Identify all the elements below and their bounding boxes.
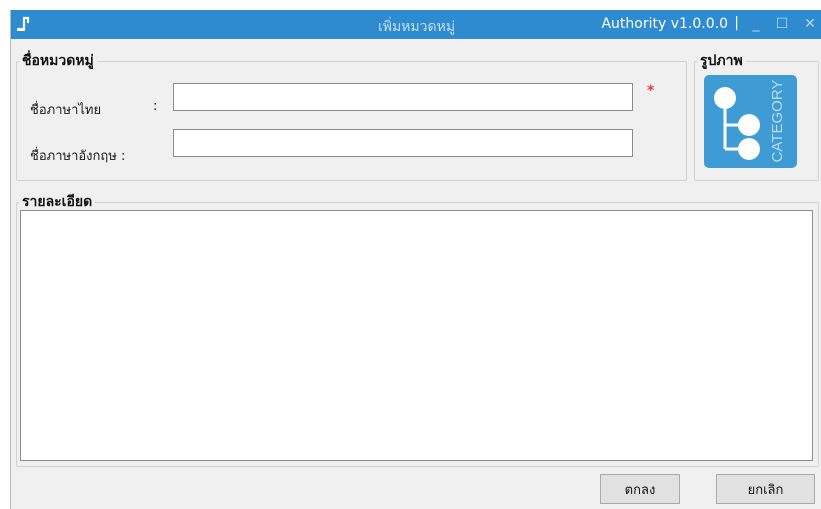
category-name-legend: ชื่อหมวดหมู่	[22, 53, 94, 69]
english-name-label: ชื่อภาษาอังกฤษ :	[30, 149, 126, 164]
dialog-window: เพิ่มหมวดหมู่ Authority v1.0.0.0 | _ ☐ ✕…	[10, 10, 821, 509]
english-name-input[interactable]	[173, 129, 633, 157]
ok-button[interactable]: ตกลง	[600, 474, 680, 504]
thai-name-colon: :	[153, 99, 158, 114]
maximize-button[interactable]: ☐	[774, 15, 790, 33]
thai-name-input[interactable]	[173, 83, 633, 111]
detail-textarea[interactable]	[20, 210, 813, 461]
minimize-button[interactable]: _	[748, 15, 764, 33]
cancel-button[interactable]: ยกเลิก	[716, 474, 815, 504]
thai-name-label: ชื่อภาษาไทย	[30, 103, 102, 118]
image-legend: รูปภาพ	[700, 53, 743, 69]
category-image[interactable]: CATEGORY	[704, 75, 797, 168]
title-bar[interactable]: เพิ่มหมวดหมู่ Authority v1.0.0.0 | _ ☐ ✕	[11, 10, 821, 39]
required-marker: *	[647, 83, 655, 99]
title-separator: |	[734, 15, 739, 31]
close-button[interactable]: ✕	[802, 15, 818, 33]
category-tile-caption: CATEGORY	[769, 80, 786, 163]
category-tree-icon: CATEGORY	[714, 80, 786, 163]
app-version: Authority v1.0.0.0	[601, 16, 728, 32]
